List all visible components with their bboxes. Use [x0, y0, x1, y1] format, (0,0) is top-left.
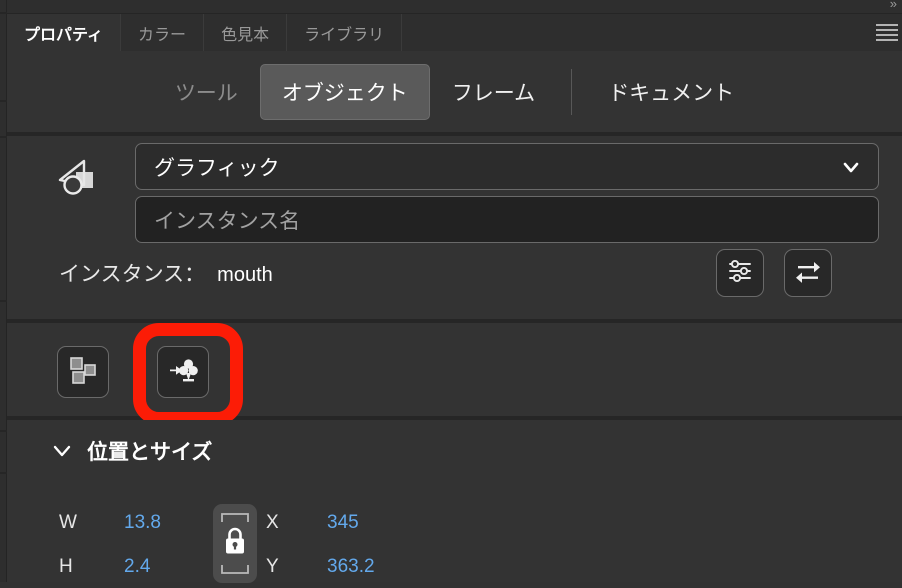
hamburger-menu-icon[interactable] — [872, 22, 898, 42]
constrain-proportions-toggle[interactable] — [213, 504, 257, 583]
tab-swatches-label: 色見本 — [221, 26, 270, 44]
break-apart-button[interactable] — [57, 346, 109, 398]
instance-value: mouth — [217, 264, 273, 286]
instance-label: インスタンス： — [59, 263, 206, 286]
width-value[interactable]: 13.8 — [124, 512, 161, 533]
symbol-type-select[interactable]: グラフィック — [135, 143, 879, 190]
chevron-down-icon — [51, 440, 73, 462]
tab-library-label: ライブラリ — [304, 26, 385, 44]
tab-color[interactable]: カラー — [121, 14, 205, 51]
action-divider — [133, 349, 134, 395]
tab-library[interactable]: ライブラリ — [287, 14, 403, 51]
left-panel-edge-strip — [0, 0, 7, 582]
subtab-tool-label: ツール — [174, 81, 238, 105]
lock-closed-icon — [226, 527, 244, 554]
position-size-title: 位置とサイズ — [87, 441, 213, 464]
subtab-document-label: ドキュメント — [608, 81, 735, 105]
break-apart-grid-icon — [68, 355, 98, 390]
subtab-tool[interactable]: ツール — [153, 64, 260, 120]
properties-panel-body: ツール オブジェクト フレーム ドキュメント グラフィック インスタンス名 イン… — [7, 51, 902, 583]
tab-properties-label: プロパティ — [24, 26, 104, 44]
tab-properties[interactable]: プロパティ — [7, 14, 122, 51]
instance-options-button[interactable] — [716, 249, 764, 297]
swap-arrows-icon — [794, 257, 822, 290]
panel-tab-list: プロパティ カラー 色見本 ライブラリ — [7, 14, 403, 51]
x-value[interactable]: 345 — [327, 512, 359, 533]
window-chrome-bar: » — [7, 0, 902, 14]
swap-symbol-clover-icon — [168, 355, 198, 390]
symbol-instance-section: グラフィック インスタンス名 インスタンス： mouth — [7, 136, 902, 323]
symbol-type-value: グラフィック — [154, 156, 280, 180]
chevron-down-icon — [842, 158, 860, 176]
tab-swatches[interactable]: 色見本 — [204, 14, 288, 51]
subtab-frame[interactable]: フレーム — [430, 64, 557, 120]
subtab-frame-label: フレーム — [451, 81, 536, 105]
subtab-object-label: オブジェクト — [281, 81, 408, 105]
y-value[interactable]: 363.2 — [327, 556, 375, 577]
subtab-object[interactable]: オブジェクト — [259, 63, 430, 120]
position-size-header[interactable]: 位置とサイズ — [51, 436, 212, 466]
height-label: H — [59, 556, 73, 577]
y-label: Y — [266, 556, 279, 577]
position-size-fields: W 13.8 H 2.4 X 345 Y 363.2 — [7, 484, 902, 583]
x-label: X — [266, 512, 279, 533]
instance-name-input[interactable]: インスタンス名 — [135, 196, 879, 243]
symbol-graphic-icon — [54, 158, 100, 198]
instance-name-placeholder: インスタンス名 — [154, 209, 301, 233]
height-value[interactable]: 2.4 — [124, 556, 150, 577]
properties-panel-window: » プロパティ カラー 色見本 ライブラリ ツール オブジェクト フレーム ドキ… — [0, 0, 902, 583]
tab-color-label: カラー — [138, 26, 187, 44]
instance-info-row: インスタンス： mouth — [59, 258, 273, 288]
subtab-divider — [571, 68, 573, 115]
symbol-action-section — [7, 323, 902, 425]
swap-symbol-button[interactable] — [784, 249, 832, 297]
width-label: W — [59, 512, 77, 533]
chevron-double-right-icon[interactable]: » — [890, 0, 897, 11]
swap-symbol-clover-button[interactable] — [157, 346, 209, 398]
sliders-icon — [726, 257, 754, 290]
object-scope-tab-row: ツール オブジェクト フレーム ドキュメント — [7, 51, 902, 136]
panel-tab-bar: プロパティ カラー 色見本 ライブラリ — [7, 14, 902, 51]
subtab-document[interactable]: ドキュメント — [586, 64, 756, 120]
position-size-section: 位置とサイズ W 13.8 H 2.4 X 345 Y 363.2 — [7, 420, 902, 583]
